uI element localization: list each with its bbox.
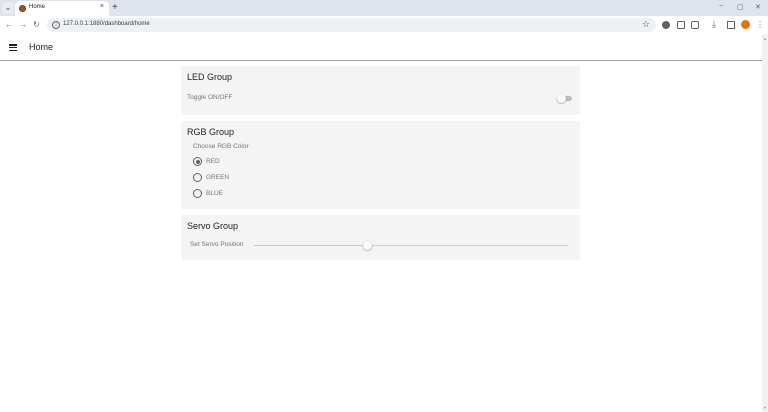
page-title: Home xyxy=(29,42,54,52)
reload-button[interactable]: ↻ xyxy=(33,19,40,31)
radio-button[interactable] xyxy=(193,189,202,198)
bookmark-star-icon[interactable]: ☆ xyxy=(642,19,650,30)
servo-group-card: Servo Group Set Servo Position xyxy=(181,215,580,260)
rgb-group-card: RGB Group Choose RGB Color RED GREEN BLU… xyxy=(181,121,580,209)
scroll-down-arrow-icon[interactable]: ▼ xyxy=(762,405,768,410)
profile-avatar[interactable] xyxy=(741,20,750,29)
url-text[interactable]: 127.0.0.1:1880/dashboard/home xyxy=(63,21,150,27)
back-button[interactable]: ← xyxy=(5,19,13,31)
maximize-button[interactable]: ▢ xyxy=(737,3,744,11)
reading-list-icon[interactable] xyxy=(677,21,685,29)
tab-close-icon[interactable]: × xyxy=(100,3,104,10)
radio-button[interactable] xyxy=(193,173,202,182)
close-window-button[interactable]: ✕ xyxy=(755,3,761,11)
scroll-up-arrow-icon[interactable]: ▲ xyxy=(762,36,768,41)
slider-fill xyxy=(254,245,367,246)
rgb-prompt: Choose RGB Color xyxy=(193,143,249,150)
toggle-label: Toggle ON/OFF xyxy=(187,94,233,101)
radio-label: RED xyxy=(206,158,220,165)
app-header: Home xyxy=(0,34,762,61)
tab-title: Home xyxy=(29,4,46,10)
page-scrollbar[interactable]: ▲ ▼ xyxy=(762,34,768,412)
led-group-title: LED Group xyxy=(187,72,233,82)
slider-label: Set Servo Position xyxy=(190,241,244,248)
radio-button[interactable] xyxy=(193,157,202,166)
menu-kebab-icon[interactable]: ⋮ xyxy=(756,19,764,31)
servo-position-slider[interactable] xyxy=(254,241,568,250)
led-group-card: LED Group Toggle ON/OFF xyxy=(181,66,580,115)
tab-strip: ⌄ Home × + − ▢ ✕ xyxy=(0,0,768,16)
servo-group-title: Servo Group xyxy=(187,221,239,231)
slider-thumb[interactable] xyxy=(362,241,372,250)
toggle-thumb xyxy=(557,94,566,103)
led-toggle-switch[interactable] xyxy=(557,94,574,103)
hamburger-menu-icon[interactable] xyxy=(9,44,17,52)
extension-a-icon[interactable] xyxy=(662,21,670,29)
extensions-puzzle-icon[interactable] xyxy=(691,21,699,29)
tab-search-button[interactable]: ⌄ xyxy=(2,2,14,14)
radio-label: BLUE xyxy=(206,190,223,197)
site-info-icon[interactable]: i xyxy=(52,21,60,29)
address-bar[interactable]: i 127.0.0.1:1880/dashboard/home ☆ xyxy=(47,18,656,32)
download-icon[interactable]: ⤓ xyxy=(712,20,716,29)
forward-button[interactable]: → xyxy=(19,19,27,31)
side-panel-icon[interactable] xyxy=(727,21,735,29)
new-tab-button[interactable]: + xyxy=(112,2,118,14)
radio-label: GREEN xyxy=(206,174,230,181)
minimize-button[interactable]: − xyxy=(719,3,723,10)
browser-toolbar: ← → ↻ i 127.0.0.1:1880/dashboard/home ☆ … xyxy=(0,16,768,34)
browser-tab-home[interactable]: Home × xyxy=(15,1,109,16)
favicon-icon xyxy=(19,5,26,12)
rgb-group-title: RGB Group xyxy=(187,127,235,137)
